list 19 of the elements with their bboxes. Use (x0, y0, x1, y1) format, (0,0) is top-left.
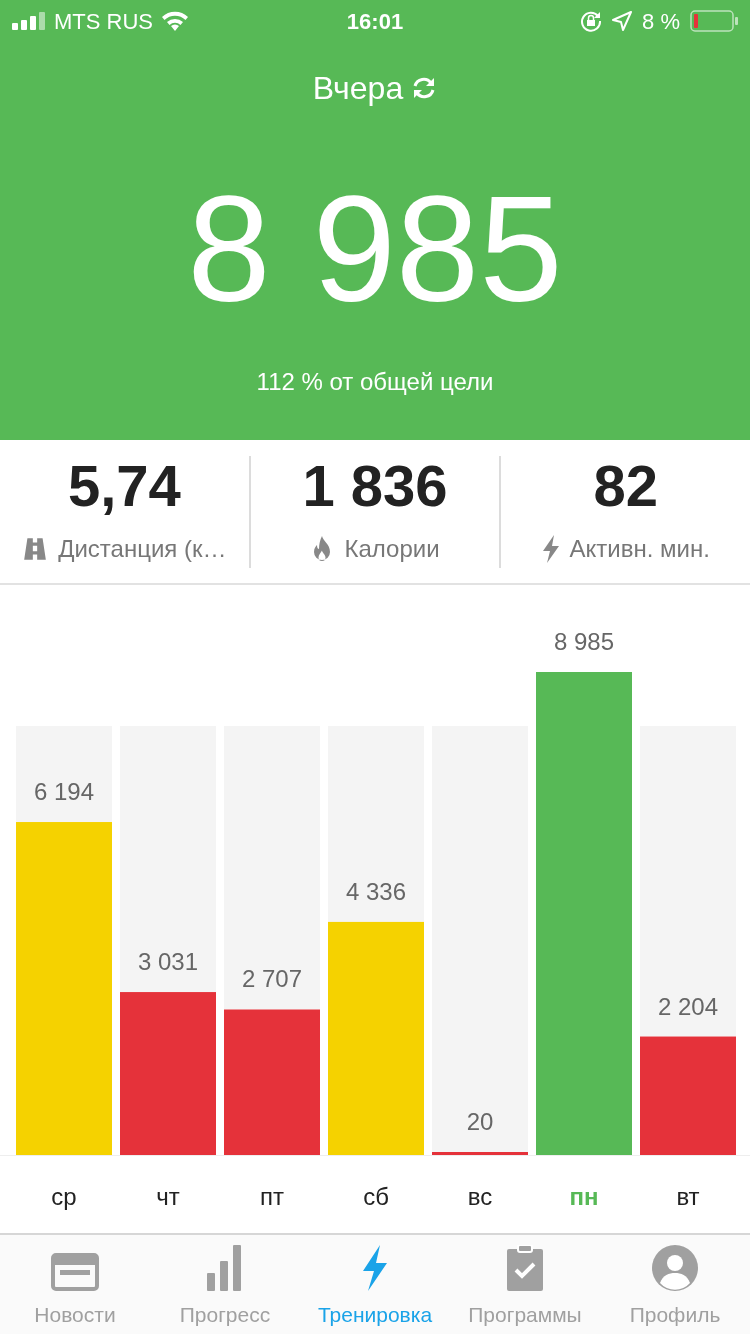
stat-label: Калории (344, 533, 440, 564)
clock-time: 16:01 (346, 7, 404, 36)
bar-value: 3 031 (137, 948, 199, 976)
bar-value: 6 194 (33, 778, 95, 806)
step-count: 8 985 (187, 174, 563, 324)
bar-value: 8 985 (553, 628, 615, 655)
stat-label: Активн. мин. (569, 533, 710, 564)
day-title: Вчера (312, 69, 404, 108)
stat-value: 82 (593, 456, 658, 515)
bar-value: 20 (466, 1108, 494, 1135)
bar-value: 4 336 (345, 877, 407, 905)
carrier-name: MTS RUS (54, 7, 153, 36)
stat-value: 1 836 (302, 456, 448, 515)
bar-value: 2 204 (657, 992, 719, 1020)
stat-label: Дистанция (к… (58, 533, 227, 564)
goal-percent: 112 % от общей цели (256, 367, 494, 397)
stat-value: 5,74 (67, 456, 181, 515)
battery-percent: 8 % (642, 7, 680, 36)
bar-value: 2 707 (241, 965, 303, 993)
